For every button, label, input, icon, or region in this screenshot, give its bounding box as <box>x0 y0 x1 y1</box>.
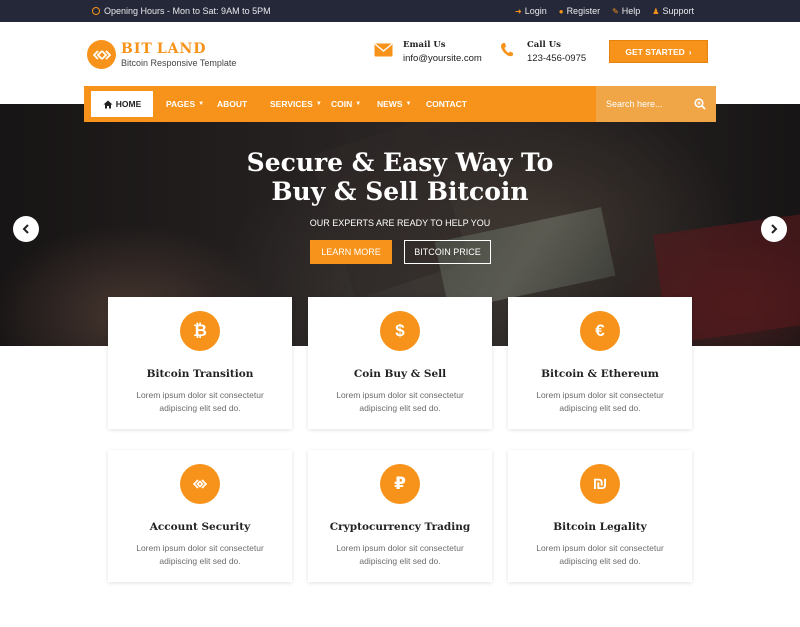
bitcoin-icon: ₿ <box>180 311 220 351</box>
help-link[interactable]: ✎ Help <box>612 6 640 16</box>
top-links: ➜ Login ● Register ✎ Help ♟ Support <box>515 6 694 16</box>
register-link[interactable]: ● Register <box>559 6 600 16</box>
link-icon <box>180 464 220 504</box>
chevron-left-icon <box>22 224 29 234</box>
call-contact: Call Us 123-456-0975 <box>497 40 586 64</box>
site-logo[interactable]: BIT LAND Bitcoin Responsive Template <box>87 40 236 69</box>
nav-about[interactable]: ABOUT <box>217 86 247 122</box>
support-label: Support <box>662 6 694 16</box>
envelope-icon <box>373 40 393 60</box>
ruble-icon: ₽ <box>380 464 420 504</box>
caret-down-icon: ▼ <box>405 101 412 107</box>
slider-prev-button[interactable] <box>13 216 39 242</box>
email-label: Email Us <box>403 40 446 50</box>
feature-title: Bitcoin Transition <box>146 368 254 380</box>
caret-down-icon: ▼ <box>198 101 205 107</box>
shekel-icon: ₪ <box>580 464 620 504</box>
logo-mark-icon <box>87 40 116 69</box>
login-icon: ➜ <box>514 6 522 16</box>
search-icon[interactable] <box>694 98 706 110</box>
hero-title: Secure & Easy Way To Buy & Sell Bitcoin <box>246 148 554 206</box>
opening-hours: Opening Hours - Mon to Sat: 9AM to 5PM <box>92 6 271 16</box>
logo-tagline: Bitcoin Responsive Template <box>121 57 237 68</box>
user-icon: ● <box>558 6 564 16</box>
get-started-button[interactable]: GET STARTED › <box>609 40 708 63</box>
feature-card-account-security[interactable]: Account Security Lorem ipsum dolor sit c… <box>108 450 292 582</box>
help-icon: ✎ <box>612 6 619 16</box>
bitcoin-price-button[interactable]: BITCOIN PRICE <box>404 240 491 264</box>
opening-hours-text: Opening Hours - Mon to Sat: 9AM to 5PM <box>104 6 271 16</box>
top-bar: Opening Hours - Mon to Sat: 9AM to 5PM ➜… <box>0 0 800 22</box>
nav-pages[interactable]: PAGES ▼ <box>166 86 204 122</box>
feature-title: Account Security <box>149 521 251 533</box>
support-icon: ♟ <box>652 6 660 16</box>
feature-description: Lorem ipsum dolor sit consectetur adipis… <box>336 390 464 413</box>
help-label: Help <box>621 6 641 16</box>
phone-icon <box>497 40 517 60</box>
chevron-right-icon: › <box>688 46 692 57</box>
feature-description: Lorem ipsum dolor sit consectetur adipis… <box>336 543 464 566</box>
home-icon <box>103 100 113 108</box>
email-contact: Email Us info@yoursite.com <box>373 40 482 64</box>
call-value[interactable]: 123-456-0975 <box>527 53 586 64</box>
feature-description: Lorem ipsum dolor sit consectetur adipis… <box>136 390 264 413</box>
feature-card-bitcoin-legality[interactable]: ₪ Bitcoin Legality Lorem ipsum dolor sit… <box>508 450 692 582</box>
login-label: Login <box>524 6 547 16</box>
feature-title: Cryptocurrency Trading <box>329 521 471 533</box>
caret-down-icon: ▼ <box>315 101 322 107</box>
main-navigation: HOME PAGES ▼ ABOUT SERVICES ▼ COIN ▼ NEWS ▼ … <box>84 86 716 122</box>
learn-more-button[interactable]: LEARN MORE <box>310 240 392 264</box>
slider-next-button[interactable] <box>761 216 787 242</box>
clock-icon <box>92 7 100 15</box>
dollar-icon: $ <box>380 311 420 351</box>
feature-card-cryptocurrency-trading[interactable]: ₽ Cryptocurrency Trading Lorem ipsum dol… <box>308 450 492 582</box>
login-link[interactable]: ➜ Login <box>515 6 547 16</box>
feature-description: Lorem ipsum dolor sit consectetur adipis… <box>536 390 664 413</box>
feature-title: Bitcoin Legality <box>553 521 647 533</box>
nav-news[interactable]: NEWS ▼ <box>377 86 411 122</box>
feature-card-bitcoin-transition[interactable]: ₿ Bitcoin Transition Lorem ipsum dolor s… <box>108 297 292 429</box>
nav-services[interactable]: SERVICES ▼ <box>270 86 322 122</box>
nav-coin[interactable]: COIN ▼ <box>331 86 361 122</box>
chevron-right-icon <box>771 224 778 234</box>
hero-subtitle: OUR EXPERTS ARE READY TO HELP YOU <box>309 218 491 228</box>
feature-description: Lorem ipsum dolor sit consectetur adipis… <box>536 543 664 566</box>
register-label: Register <box>566 6 601 16</box>
logo-name: BIT LAND <box>121 40 207 57</box>
feature-title: Bitcoin & Ethereum <box>541 368 659 380</box>
call-label: Call Us <box>527 40 561 50</box>
email-value[interactable]: info@yoursite.com <box>403 53 482 64</box>
nav-home-label: HOME <box>115 99 142 109</box>
get-started-label: GET STARTED <box>625 46 685 57</box>
caret-down-icon: ▼ <box>355 101 362 107</box>
search-box <box>596 86 716 122</box>
support-link[interactable]: ♟ Support <box>652 6 694 16</box>
feature-description: Lorem ipsum dolor sit consectetur adipis… <box>136 543 264 566</box>
feature-card-coin-buy-sell[interactable]: $ Coin Buy & Sell Lorem ipsum dolor sit … <box>308 297 492 429</box>
feature-card-bitcoin-ethereum[interactable]: € Bitcoin & Ethereum Lorem ipsum dolor s… <box>508 297 692 429</box>
nav-home[interactable]: HOME <box>91 91 153 117</box>
euro-icon: € <box>580 311 620 351</box>
feature-title: Coin Buy & Sell <box>353 368 447 380</box>
nav-contact[interactable]: CONTACT <box>426 86 467 122</box>
search-input[interactable] <box>606 99 686 109</box>
